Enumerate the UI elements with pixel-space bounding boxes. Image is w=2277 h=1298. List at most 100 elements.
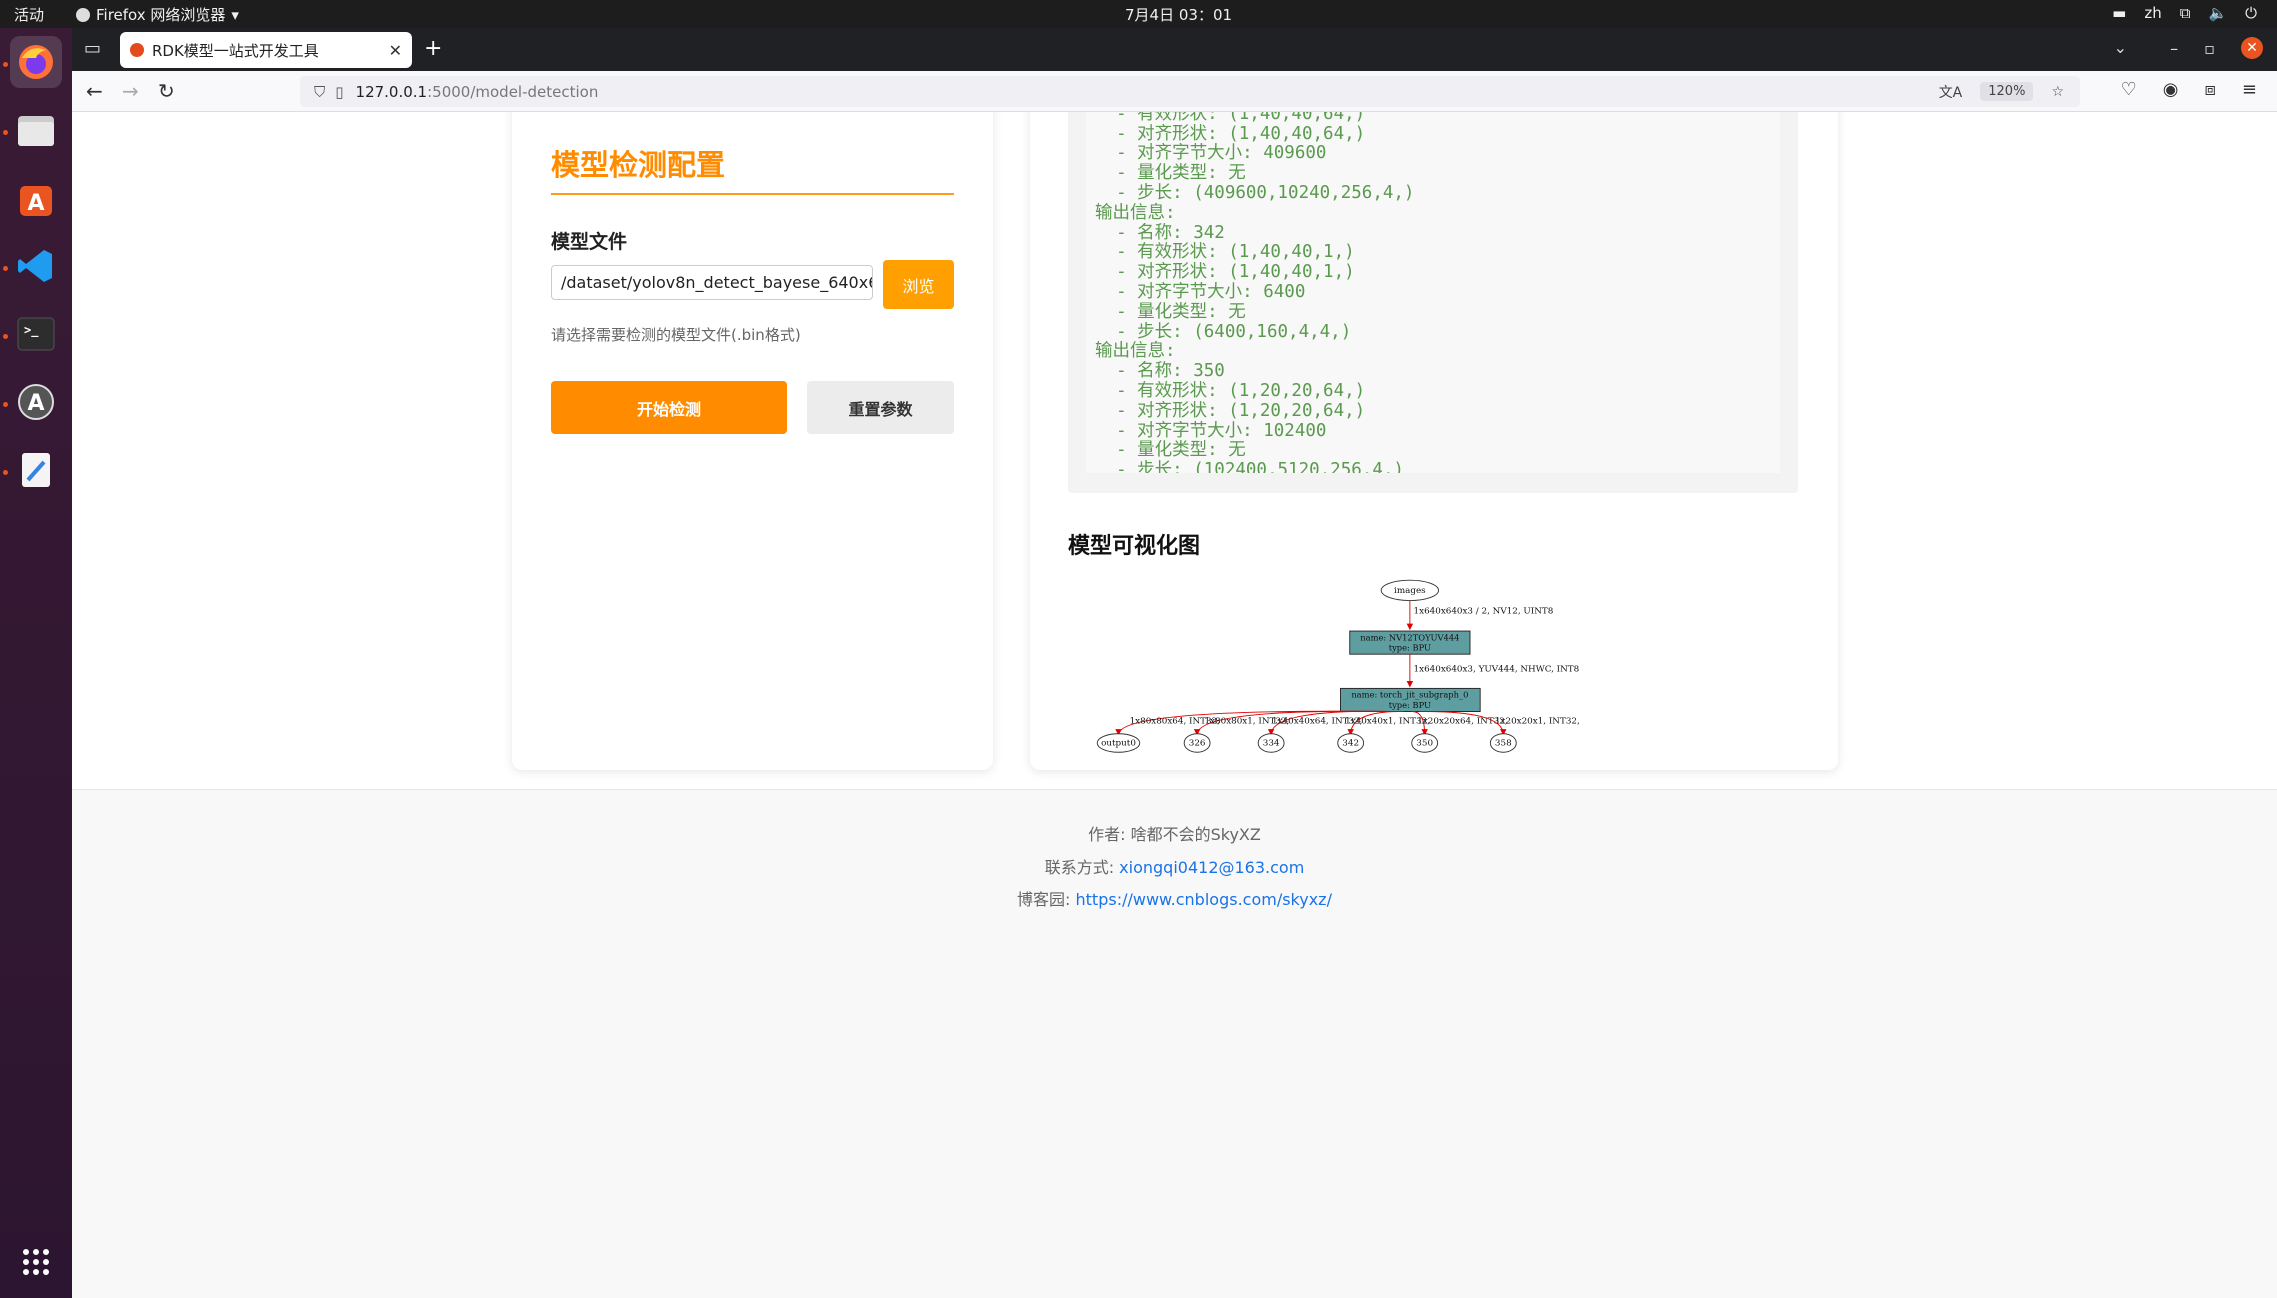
- app-menu-label: Firefox 网络浏览器: [96, 6, 226, 24]
- reload-icon[interactable]: ↻: [158, 79, 175, 103]
- model-info-text: - 名称: 334 - 有效形状: (1,40,40,64,) - 对齐形状: …: [1095, 112, 1414, 473]
- activities-button[interactable]: 活动: [14, 4, 44, 25]
- menu-icon[interactable]: ≡: [2242, 79, 2257, 100]
- files-dock-icon[interactable]: [10, 104, 62, 156]
- graph-edge-output-label: 1x20x20x1, INT32,: [1495, 717, 1580, 727]
- page-footer: 作者: 啥都不会的SkyXZ 联系方式: xiongqi0412@163.com…: [72, 789, 2277, 1298]
- close-tab-icon[interactable]: ✕: [389, 41, 402, 60]
- ubuntu-dock: A >_ A: [0, 28, 72, 1298]
- browse-button[interactable]: 浏览: [883, 260, 954, 309]
- bookmark-star-icon[interactable]: ☆: [2051, 84, 2064, 100]
- model-info-line: - 有效形状: (1,40,40,64,): [1095, 112, 1366, 124]
- translate-icon[interactable]: 文A: [1939, 82, 1963, 102]
- close-window-icon[interactable]: ✕: [2241, 37, 2263, 59]
- power-icon: ⏻: [2245, 4, 2257, 22]
- tab-rdk-tool[interactable]: RDK模型一站式开发工具 ✕: [120, 32, 412, 68]
- model-info-line: - 对齐形状: (1,20,20,64,): [1095, 400, 1366, 421]
- svg-text:A: A: [27, 391, 44, 416]
- model-info-line: - 量化类型: 无: [1095, 301, 1246, 322]
- title-divider: [551, 193, 954, 195]
- model-info-scroll[interactable]: - 名称: 334 - 有效形状: (1,40,40,64,) - 对齐形状: …: [1086, 112, 1780, 473]
- chevron-down-icon: ▾: [231, 5, 239, 24]
- email-link[interactable]: xiongqi0412@163.com: [1119, 858, 1304, 877]
- config-title: 模型检测配置: [551, 148, 726, 182]
- terminal-dock-icon[interactable]: >_: [10, 308, 62, 360]
- model-info-line: - 对齐字节大小: 6400: [1095, 281, 1306, 302]
- running-indicator: [3, 402, 8, 407]
- pocket-icon[interactable]: ♡: [2121, 79, 2137, 100]
- tab-title: RDK模型一站式开发工具: [152, 41, 319, 60]
- model-info-line: - 量化类型: 无: [1095, 440, 1246, 461]
- address-bar-actions: 文A 120% ☆: [1939, 76, 2074, 107]
- model-info-line: 输出信息:: [1095, 202, 1176, 223]
- author-name: 啥都不会的SkyXZ: [1130, 825, 1261, 844]
- firefox-small-icon: [76, 7, 90, 22]
- zoom-level[interactable]: 120%: [1980, 82, 2034, 101]
- list-tabs-icon[interactable]: ⌄: [2114, 38, 2127, 57]
- app-center-dock-icon[interactable]: A: [10, 172, 62, 224]
- contact-label: 联系方式:: [1044, 858, 1120, 877]
- graph-node-subgraph-type: type: BPU: [1389, 700, 1431, 710]
- new-tab-icon[interactable]: +: [424, 36, 442, 61]
- graph-node-input-label: images: [1394, 586, 1426, 596]
- shield-icon[interactable]: ⛉: [314, 83, 325, 101]
- model-info-line: 输出信息:: [1095, 341, 1176, 362]
- model-info-line: - 对齐形状: (1,40,40,64,): [1095, 123, 1366, 144]
- page-content: 模型检测配置 模型文件 浏览 请选择需要检测的模型文件(.bin格式) 开始检测…: [72, 112, 2277, 1298]
- model-graph: images 1x640x640x3 / 2, NV12, UINT8 name…: [1096, 579, 1580, 753]
- graph-node-output-label: 342: [1342, 739, 1359, 749]
- extensions-icon[interactable]: ⧈: [2204, 79, 2215, 100]
- back-icon[interactable]: ←: [86, 79, 103, 103]
- graph-edge-nv12-label: 1x640x640x3, YUV444, NHWC, INT8: [1414, 665, 1580, 675]
- footer-author: 作者: 啥都不会的SkyXZ: [72, 821, 2277, 845]
- footer-blog: 博客园: https://www.cnblogs.com/skyxz/: [72, 886, 2277, 910]
- system-tray[interactable]: ▬ zh ⧉ 🔈 ⏻: [2112, 4, 2257, 22]
- footer-contact: 联系方式: xiongqi0412@163.com: [72, 854, 2277, 878]
- restore-icon[interactable]: ▫: [2204, 39, 2215, 58]
- clock[interactable]: 7月4日 03：01: [1125, 4, 1232, 25]
- reset-params-button[interactable]: 重置参数: [807, 381, 954, 434]
- model-info-line: - 对齐字节大小: 409600: [1095, 143, 1327, 164]
- model-info-line: - 量化类型: 无: [1095, 163, 1246, 184]
- running-indicator: [3, 62, 8, 67]
- page-info-icon[interactable]: ▯: [335, 83, 343, 101]
- svg-text:>_: >_: [24, 323, 39, 338]
- minimize-icon[interactable]: –: [2170, 39, 2178, 58]
- graph-node-output-label: 334: [1263, 739, 1280, 749]
- browser-nav-bar: ← → ↻ ⛉ ▯ 127.0.0.1:5000/model-detection…: [72, 71, 2277, 112]
- vscode-dock-icon[interactable]: [10, 240, 62, 292]
- url-host: 127.0.0.1: [355, 82, 428, 101]
- graph-node-output-label: 358: [1495, 739, 1512, 749]
- address-bar[interactable]: ⛉ ▯ 127.0.0.1:5000/model-detection 文A 12…: [300, 76, 2080, 107]
- firefox-dock-icon[interactable]: [10, 36, 62, 88]
- graph-node-nv12-type: type: BPU: [1389, 642, 1431, 652]
- graph-node-output-label: 350: [1416, 739, 1433, 749]
- graph-node-output-label: output0: [1101, 739, 1136, 749]
- url-path: :5000/model-detection: [427, 82, 599, 101]
- start-detection-button[interactable]: 开始检测: [551, 381, 787, 434]
- config-card: 模型检测配置 模型文件 浏览 请选择需要检测的模型文件(.bin格式) 开始检测…: [512, 112, 993, 770]
- running-indicator: [3, 334, 8, 339]
- favicon-icon: [130, 43, 144, 57]
- model-info-line: - 对齐形状: (1,40,40,1,): [1095, 262, 1355, 283]
- tab-overview-icon[interactable]: ▭: [84, 38, 101, 59]
- model-info-line: - 名称: 350: [1095, 361, 1225, 382]
- blog-link[interactable]: https://www.cnblogs.com/skyxz/: [1076, 890, 1332, 909]
- software-updater-dock-icon[interactable]: A: [10, 376, 62, 428]
- system-top-bar: 活动 Firefox 网络浏览器 ▾ 7月4日 03：01 ▬ zh ⧉ 🔈 ⏻: [0, 0, 2277, 28]
- volume-icon: 🔈: [2208, 4, 2228, 22]
- language-indicator[interactable]: zh: [2144, 4, 2161, 22]
- svg-text:A: A: [27, 191, 44, 216]
- network-icon: ⧉: [2179, 4, 2191, 22]
- window-controls: – ▫ ✕: [2170, 37, 2263, 59]
- text-editor-dock-icon[interactable]: [10, 444, 62, 496]
- model-info-line: - 名称: 342: [1095, 222, 1225, 243]
- app-menu[interactable]: Firefox 网络浏览器 ▾: [76, 4, 239, 25]
- account-icon[interactable]: ◉: [2163, 79, 2179, 100]
- model-info-output[interactable]: - 名称: 334 - 有效形状: (1,40,40,64,) - 对齐形状: …: [1068, 112, 1798, 493]
- model-file-input[interactable]: [551, 265, 873, 300]
- running-indicator: [3, 130, 8, 135]
- forward-icon[interactable]: →: [122, 79, 139, 103]
- model-file-hint: 请选择需要检测的模型文件(.bin格式): [551, 326, 801, 344]
- app-grid-icon[interactable]: [10, 1236, 62, 1288]
